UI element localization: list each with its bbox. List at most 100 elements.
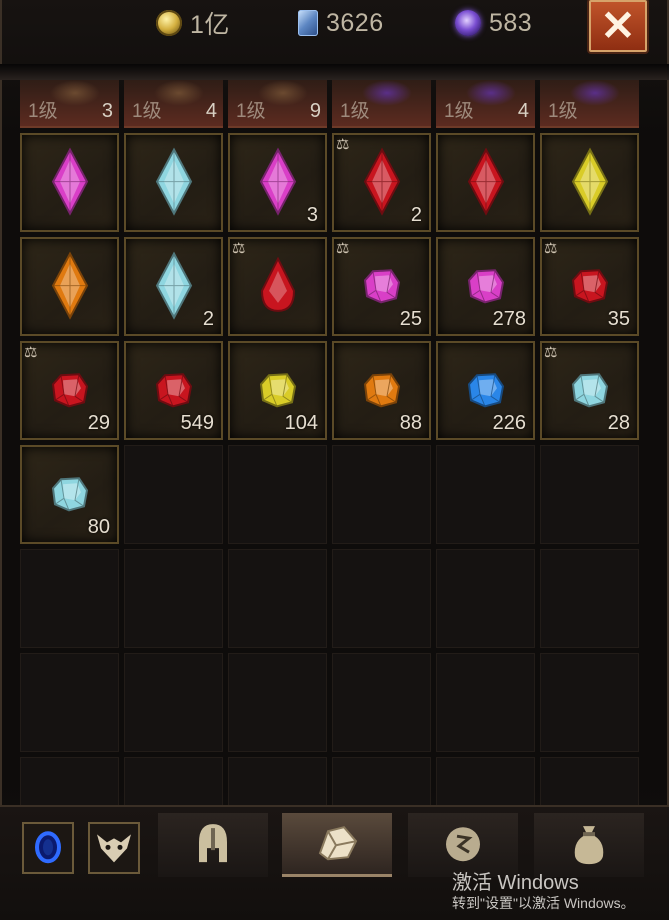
empty-slot[interactable] [540,445,639,544]
cyan-marquise-gem-icon [155,251,192,320]
inventory-slot[interactable]: 88 [332,341,431,440]
tradeable-scale-icon: ⚖ [544,240,558,257]
blue-portal-icon [35,831,61,864]
empty-slot[interactable] [540,653,639,752]
top-row: 1级 3 1级 4 1级 9 1级 1级 4 1级 [20,80,639,128]
item-count: 226 [492,412,526,434]
inventory-slot[interactable] [540,133,639,232]
orange-marquise-gem-icon [51,251,88,320]
top-row-slot[interactable]: 1级 9 [228,80,327,128]
yellow-marquise-gem-icon [571,147,608,216]
item-level: 1级 [28,101,58,122]
yellow-rough-gem-icon [259,372,296,407]
empty-slot[interactable] [540,549,639,648]
inventory-slot[interactable]: 549 [124,341,223,440]
item-level: 1级 [444,101,474,122]
empty-slot[interactable] [436,445,535,544]
empty-slot[interactable] [228,653,327,752]
empty-slot[interactable] [332,653,431,752]
inventory-slot[interactable] [20,133,119,232]
item-count: 80 [87,516,110,538]
item-level: 1级 [132,101,162,122]
inventory-slot[interactable] [436,133,535,232]
red-rough-gem-icon [155,372,192,407]
activation-watermark-subtitle: 转到"设置"以激活 Windows。 [452,895,635,911]
close-button[interactable]: ✕ [589,0,647,52]
top-row-slot[interactable]: 1级 [540,80,639,128]
top-row-slot[interactable]: 1级 3 [20,80,119,128]
item-level: 1级 [236,101,266,122]
gold-coin-icon [156,10,182,36]
gem-pouch-icon [318,825,358,860]
tradeable-scale-icon: ⚖ [544,344,558,361]
blue-rough-gem-icon [467,372,504,407]
item-count: 35 [607,308,630,330]
gold-amount: 1亿 [190,11,230,39]
top-row-slot[interactable]: 1级 4 [124,80,223,128]
activation-watermark-title: 激活 Windows [452,872,579,894]
magenta-marquise-gem-icon [51,147,88,216]
inventory-slot[interactable]: 104 [228,341,327,440]
empty-slot[interactable] [124,549,223,648]
orb-currency: 583 [455,6,532,40]
tradeable-scale-icon: ⚖ [336,240,350,257]
tab-demon[interactable] [88,822,140,874]
rune-stone-icon [446,827,480,862]
item-count: 88 [399,412,422,434]
tab-gems[interactable] [282,813,392,877]
cyan-rough-gem-icon [571,372,608,407]
item-level: 1级 [548,101,578,122]
tab-portal[interactable] [22,822,74,874]
cyan-rough-gem-icon [51,476,88,511]
loot-bag-icon [574,826,604,865]
inventory-slot[interactable] [124,133,223,232]
inventory-slot[interactable] [20,237,119,336]
inventory-slot[interactable]: 2 [124,237,223,336]
top-row-slot[interactable]: 1级 [332,80,431,128]
tradeable-scale-icon: ⚖ [336,136,350,153]
inventory-slot[interactable]: 3 [228,133,327,232]
inventory-slot[interactable]: 278 [436,237,535,336]
cyan-marquise-gem-icon [155,147,192,216]
inventory-slot[interactable]: ⚖ 25 [332,237,431,336]
card-amount: 3626 [326,8,384,37]
empty-slot[interactable] [332,549,431,648]
card-currency: 3626 [298,6,384,40]
item-count: 4 [205,100,217,122]
helmet-icon [199,824,227,863]
tab-equipment[interactable] [158,813,268,877]
item-count: 9 [309,100,321,122]
inventory-slot[interactable]: 80 [20,445,119,544]
tradeable-scale-icon: ⚖ [24,344,38,361]
empty-slot[interactable] [436,549,535,648]
card-icon [298,10,318,36]
item-count: 4 [517,100,529,122]
orange-rough-gem-icon [363,372,400,407]
empty-slot[interactable] [228,445,327,544]
empty-slot[interactable] [124,445,223,544]
empty-slot[interactable] [332,445,431,544]
empty-slot[interactable] [228,549,327,648]
empty-slot[interactable] [20,653,119,752]
inventory-slot[interactable]: ⚖ 28 [540,341,639,440]
close-icon: ✕ [600,2,636,49]
empty-slot[interactable] [20,549,119,648]
header-divider [0,64,669,80]
purple-orb-icon [455,10,481,36]
inventory-slot[interactable]: ⚖ 35 [540,237,639,336]
top-row-slot[interactable]: 1级 4 [436,80,535,128]
item-count: 2 [410,204,422,226]
empty-slot[interactable] [436,653,535,752]
item-count: 549 [180,412,214,434]
empty-slot[interactable] [124,653,223,752]
orb-amount: 583 [489,8,533,37]
magenta-marquise-gem-icon [259,147,296,216]
item-count: 2 [202,308,214,330]
item-level: 1级 [340,101,370,122]
inventory-slot[interactable]: ⚖ 2 [332,133,431,232]
demon-mask-icon [97,834,131,863]
inventory-slot[interactable]: ⚖ 29 [20,341,119,440]
tradeable-scale-icon: ⚖ [232,240,246,257]
inventory-slot[interactable]: 226 [436,341,535,440]
inventory-slot[interactable]: ⚖ [228,237,327,336]
